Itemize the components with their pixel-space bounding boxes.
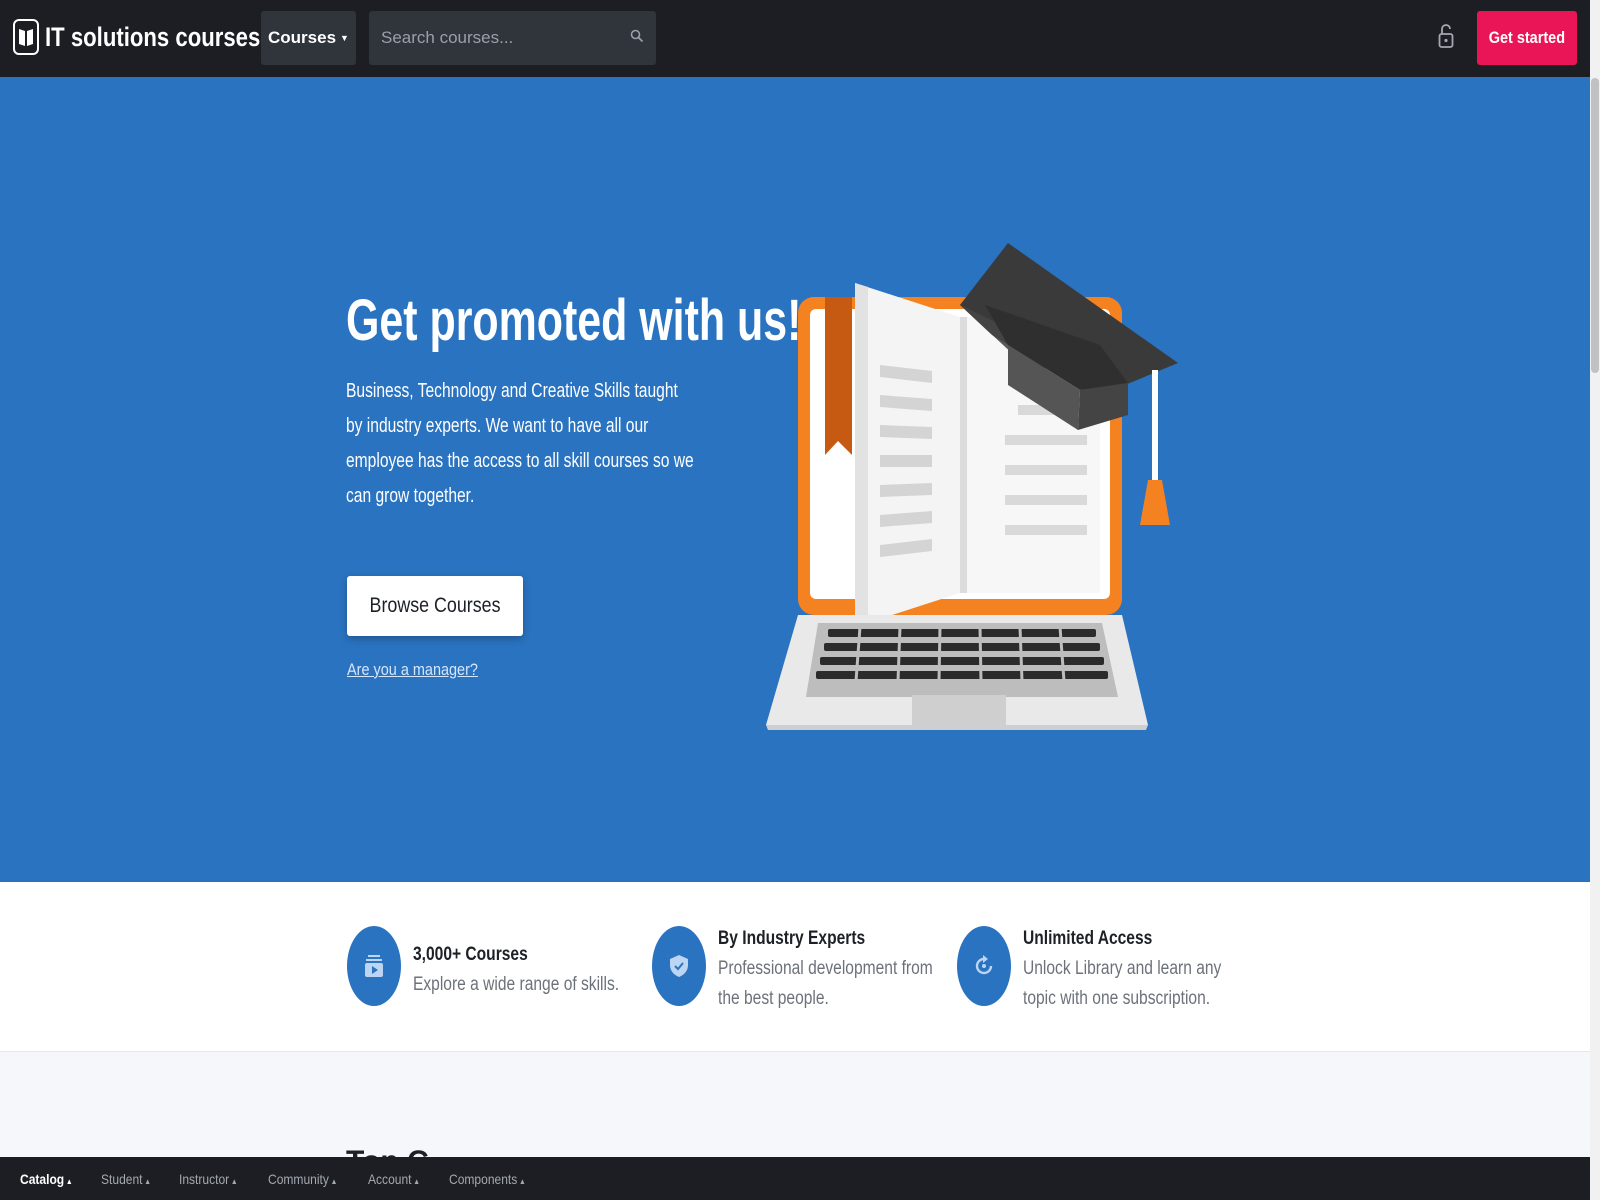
laptop-book-illustration	[766, 243, 1178, 730]
bottom-nav-label: Community	[267, 1170, 329, 1187]
search-input[interactable]	[369, 28, 609, 48]
caret-up-icon: ▲	[413, 1176, 421, 1186]
lock-icon[interactable]	[1438, 23, 1454, 54]
bottom-nav-bar: Catalog ▲ Student ▲ Instructor ▲ Community ▲…	[0, 1157, 1590, 1200]
caret-up-icon: ▲	[144, 1176, 152, 1186]
courses-dropdown-label: Courses	[268, 28, 337, 47]
caret-up-icon: ▲	[330, 1176, 338, 1186]
manager-link[interactable]: Are you a manager?	[347, 660, 478, 680]
feature-desc: Professional development from the best p…	[718, 958, 933, 1009]
bottom-nav-label: Catalog	[20, 1170, 65, 1187]
browse-courses-label: Browse Courses	[369, 594, 501, 617]
caret-up-icon: ▲	[65, 1176, 73, 1186]
bottom-nav-catalog[interactable]: Catalog ▲	[20, 1171, 73, 1187]
feature-desc: Unlock Library and learn any topic with …	[1023, 958, 1222, 1009]
hero-section: Get promoted with us! Business, Technolo…	[0, 77, 1590, 882]
brand-name: IT solutions courses	[45, 21, 261, 52]
bottom-nav-student[interactable]: Student ▲	[101, 1171, 151, 1187]
book-logo-icon	[13, 19, 39, 55]
bottom-nav-label: Components	[448, 1170, 518, 1187]
lower-section: Top C	[0, 1053, 1590, 1178]
shield-check-icon	[652, 926, 706, 1006]
feature-title: By Industry Experts	[718, 928, 866, 949]
hero-title: Get promoted with us!	[346, 288, 802, 353]
bottom-nav-label: Student	[101, 1170, 143, 1187]
get-started-label: Get started	[1488, 28, 1566, 47]
bottom-nav-community[interactable]: Community ▲	[268, 1171, 337, 1187]
feature-access: Unlimited Access Unlock Library and lear…	[957, 926, 1293, 1014]
caret-up-icon: ▲	[518, 1176, 526, 1186]
feature-desc: Explore a wide range of skills.	[413, 974, 620, 995]
search-icon[interactable]	[630, 29, 644, 48]
search-box	[369, 11, 656, 65]
hero-text: Business, Technology and Creative Skills…	[346, 380, 694, 507]
course-icon	[347, 926, 401, 1006]
feature-title: 3,000+ Courses	[413, 944, 528, 965]
browse-courses-button[interactable]: Browse Courses	[347, 576, 523, 636]
bottom-nav-instructor[interactable]: Instructor ▲	[179, 1171, 238, 1187]
bottom-nav-label: Account	[368, 1170, 412, 1187]
feature-courses: 3,000+ Courses Explore a wide range of s…	[347, 926, 683, 1006]
top-navbar: IT solutions courses Courses ▼ Get start…	[0, 0, 1590, 77]
get-started-button[interactable]: Get started	[1477, 11, 1577, 65]
courses-dropdown[interactable]: Courses ▼	[261, 11, 356, 65]
scrollbar-thumb[interactable]	[1591, 78, 1599, 373]
caret-up-icon: ▲	[231, 1176, 239, 1186]
caret-down-icon: ▼	[340, 33, 349, 43]
features-strip: 3,000+ Courses Explore a wide range of s…	[0, 882, 1590, 1052]
bottom-nav-components[interactable]: Components ▲	[449, 1171, 526, 1187]
bottom-nav-account[interactable]: Account ▲	[368, 1171, 420, 1187]
refresh-icon	[957, 926, 1011, 1006]
feature-experts: By Industry Experts Professional develop…	[652, 926, 988, 1014]
feature-title: Unlimited Access	[1023, 928, 1153, 949]
bottom-nav-label: Instructor	[179, 1170, 230, 1187]
